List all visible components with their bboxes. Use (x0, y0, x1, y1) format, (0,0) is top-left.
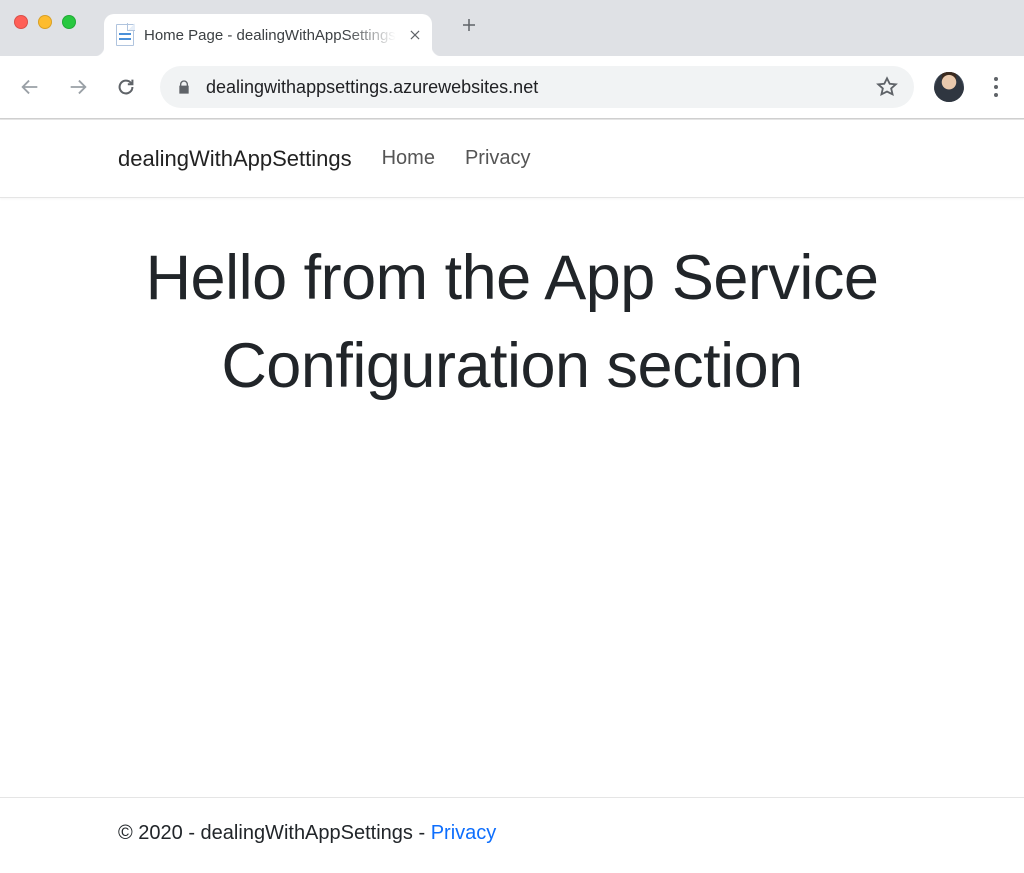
back-button[interactable] (10, 67, 50, 107)
favicon-icon (116, 24, 134, 46)
brand[interactable]: dealingWithAppSettings (118, 146, 352, 172)
browser-menu-button[interactable] (978, 69, 1014, 105)
tab-title: Home Page - dealingWithAppSettings (144, 27, 396, 44)
forward-button[interactable] (58, 67, 98, 107)
toolbar: dealingwithappsettings.azurewebsites.net (0, 56, 1024, 118)
browser-tab[interactable]: Home Page - dealingWithAppSettings (104, 14, 432, 56)
titlebar: Home Page - dealingWithAppSettings (0, 0, 1024, 56)
footer-privacy-link[interactable]: Privacy (431, 822, 497, 844)
footer: © 2020 - dealingWithAppSettings - Privac… (0, 797, 1024, 873)
address-bar[interactable]: dealingwithappsettings.azurewebsites.net (160, 66, 914, 108)
reload-button[interactable] (106, 67, 146, 107)
profile-avatar[interactable] (934, 72, 964, 102)
nav-link-home[interactable]: Home (382, 147, 435, 170)
nav-link-privacy[interactable]: Privacy (465, 147, 531, 170)
lock-icon (176, 78, 192, 96)
window-controls (14, 15, 76, 29)
browser-chrome: Home Page - dealingWithAppSettings deali… (0, 0, 1024, 119)
page-viewport: dealingWithAppSettings Home Privacy Hell… (0, 119, 1024, 873)
bookmark-button[interactable] (876, 76, 898, 98)
minimize-window-button[interactable] (38, 15, 52, 29)
main-content: Hello from the App Service Configuration… (0, 198, 1024, 797)
maximize-window-button[interactable] (62, 15, 76, 29)
close-window-button[interactable] (14, 15, 28, 29)
close-tab-button[interactable] (406, 26, 424, 44)
new-tab-button[interactable] (454, 10, 484, 40)
url-text: dealingwithappsettings.azurewebsites.net (206, 77, 862, 98)
footer-copyright: © 2020 - dealingWithAppSettings - (118, 822, 431, 844)
hero-heading: Hello from the App Service Configuration… (0, 198, 1024, 450)
site-navbar: dealingWithAppSettings Home Privacy (0, 120, 1024, 198)
